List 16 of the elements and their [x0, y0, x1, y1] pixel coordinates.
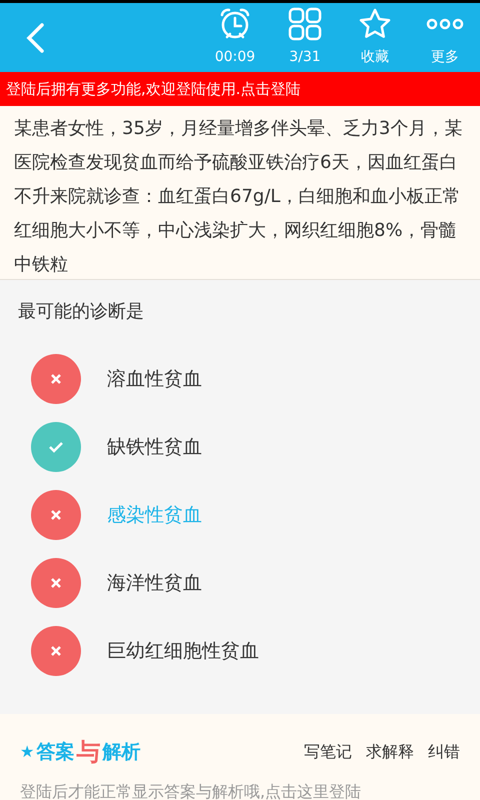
grid-icon — [288, 7, 322, 41]
prompt-text: 最可能的诊断是 — [17, 300, 145, 324]
question-text: 某患者女性，35岁，月经量增多伴头晕、乏力3个月，某医院检查发现贫血而给予硫酸亚铁治疗6天，因血红蛋白不升来院就诊查：血红蛋白67g/L，白细胞和血小板正常红细胞大小不等，中心浅染扩大，网织红细胞8%，骨髓中铁粒 — [14, 117, 464, 277]
back-icon — [25, 22, 45, 54]
more-icon — [426, 17, 464, 31]
star-icon — [358, 7, 392, 41]
answer-option[interactable]: 海洋性贫血 — [0, 549, 480, 617]
answer-logo: ★答案与解析 — [20, 737, 140, 768]
alarm-clock-icon — [218, 7, 252, 41]
login-banner[interactable]: 登陆后拥有更多功能,欢迎登陆使用.点击登陆 — [0, 72, 480, 106]
answer-option[interactable]: 巨幼红细胞性贫血 — [0, 617, 480, 685]
action-link[interactable]: 纠错 — [428, 740, 460, 764]
action-link[interactable]: 求解释 — [366, 740, 414, 764]
answer-option[interactable]: 缺铁性贫血 — [0, 413, 480, 481]
answer-option[interactable]: 溶血性贫血 — [0, 345, 480, 413]
action-link[interactable]: 写笔记 — [304, 740, 352, 764]
